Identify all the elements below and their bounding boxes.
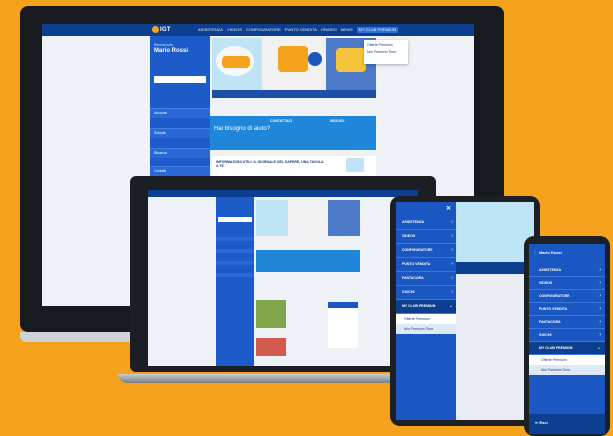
- laptop-sidebar: [216, 197, 254, 366]
- phone-menu-item-fantacora[interactable]: FANTACORA ›: [529, 316, 605, 329]
- dropdown-item-premium-time[interactable]: Mio Premium Time: [364, 47, 408, 54]
- sidebar-item-account[interactable]: Account: [150, 108, 210, 118]
- nav-item-news[interactable]: NEWS: [341, 27, 353, 33]
- phone-submenu-premium-time[interactable]: Mio Premium Time: [529, 365, 605, 375]
- tablet-menu-item-punto-vendita[interactable]: PUNTO VENDITA ›: [396, 258, 456, 272]
- promo-badge-blue: [308, 52, 322, 66]
- calendar-widget[interactable]: [328, 302, 358, 348]
- laptop-banner-2[interactable]: [290, 200, 326, 236]
- promo-badge-yellow: [336, 48, 366, 72]
- nav-item-configuratore[interactable]: CONFIGURATORE: [246, 27, 281, 33]
- phone-user-name: 👤 Mario Rossi: [533, 250, 562, 255]
- dropdown-item-offerte[interactable]: Offerte Premium: [364, 40, 408, 47]
- nav-item-videos[interactable]: VIDEOS: [227, 27, 242, 33]
- phone-submenu-offerte[interactable]: Offerte Premium: [529, 355, 605, 365]
- banner-strip: [212, 90, 376, 98]
- tablet-menu-item-assistenza[interactable]: ASSISTENZA ›: [396, 216, 456, 230]
- tablet-menu-item-configuratore[interactable]: CONFIGURATORE ›: [396, 244, 456, 258]
- igt-logo: IGT: [152, 26, 171, 34]
- laptop-sidebar-item[interactable]: [216, 237, 254, 241]
- tablet-submenu-offerte[interactable]: Offerte Premium: [396, 314, 456, 324]
- laptop-news-image[interactable]: [256, 300, 286, 328]
- promo-banner-1[interactable]: [212, 38, 262, 90]
- nav-item-assistenza[interactable]: ASSISTENZA: [198, 27, 223, 33]
- phone-bottom-bar: ⇦ Esci: [529, 414, 605, 434]
- tablet-menu-item-giochi[interactable]: GIOCHI ›: [396, 286, 456, 300]
- laptop-sidebar-item[interactable]: [216, 261, 254, 265]
- nav-item-orario[interactable]: ORARIO: [321, 27, 337, 33]
- help-title: Hai bisogno di aiuto?: [214, 126, 271, 132]
- laptop-banner-1[interactable]: [256, 200, 288, 236]
- premium-dropdown: Offerte Premium Mio Premium Time: [364, 40, 408, 64]
- nav-item-my-club-premium[interactable]: MY CLUB PREMIUM: [356, 27, 399, 33]
- news-thumbnail: [346, 158, 364, 172]
- social-heading: SEGUICI: [330, 119, 345, 123]
- phone-menu-item-configuratore[interactable]: CONFIGURATORE ›: [529, 290, 605, 303]
- calendar-header: [328, 302, 358, 308]
- laptop-navbar: [148, 190, 418, 197]
- laptop-banner-3[interactable]: [328, 200, 360, 236]
- news-title: INFORMAZIONI UTILI: IL GIORNALE DEL SAPE…: [216, 160, 324, 168]
- sidebar-item-schede[interactable]: Schede: [150, 128, 210, 138]
- tablet-submenu-premium-time[interactable]: Mio Premium Time: [396, 324, 456, 334]
- main-content: Hai bisogno di aiuto? CONTATTACI SEGUICI…: [210, 38, 376, 188]
- phone-menu-item-punto-vendita[interactable]: PUNTO VENDITA ›: [529, 303, 605, 316]
- tablet-screen: ✕ ASSISTENZA › VIDEOS › CONFIGURATORE › PUN…: [396, 202, 534, 420]
- sidebar-item-ricarica[interactable]: Ricarica: [150, 148, 210, 158]
- phone-menu-item-assistenza[interactable]: ASSISTENZA ›: [529, 264, 605, 277]
- tablet-menu-item-fantacora[interactable]: FANTACORA ›: [396, 272, 456, 286]
- tablet-banner[interactable]: [456, 202, 534, 262]
- phone-menu-item-my-club-premium[interactable]: MY CLUB PREMIUM ⌄: [529, 342, 605, 355]
- main-nav: ASSISTENZA VIDEOS CONFIGURATORE PUNTO VE…: [198, 27, 399, 33]
- phone-menu-item-giochi[interactable]: GIOCHI ›: [529, 329, 605, 342]
- news-card[interactable]: INFORMAZIONI UTILI: IL GIORNALE DEL SAPE…: [212, 156, 376, 176]
- sidebar-user-name: Mario Rossi: [154, 48, 189, 54]
- laptop-help-panel: [256, 250, 360, 272]
- contact-heading: CONTATTACI: [270, 119, 292, 123]
- sidebar-greeting: Benvenuto: [154, 42, 174, 47]
- phone-exit-button[interactable]: ⇦ Esci: [535, 420, 548, 425]
- top-navbar: IGT ASSISTENZA VIDEOS CONFIGURATORE PUNT…: [42, 24, 474, 36]
- laptop-sidebar-item[interactable]: [216, 273, 254, 277]
- laptop-screen: [148, 190, 418, 366]
- phone-screen: 👤 Mario Rossi ASSISTENZA › VIDEOS › CONFIG…: [529, 244, 605, 434]
- nav-item-punto-vendita[interactable]: PUNTO VENDITA: [285, 27, 317, 33]
- laptop-news-image[interactable]: [256, 338, 286, 356]
- tablet-menu: ✕ ASSISTENZA › VIDEOS › CONFIGURATORE › PUN…: [396, 202, 456, 420]
- help-panel: Hai bisogno di aiuto? CONTATTACI SEGUICI: [210, 116, 376, 150]
- promo-badge: [222, 56, 250, 68]
- close-icon[interactable]: ✕: [446, 205, 451, 212]
- promo-banner-2[interactable]: [264, 38, 324, 90]
- sidebar-item-contatti[interactable]: Contatti: [150, 166, 210, 176]
- promo-card: [278, 46, 308, 72]
- sidebar-select[interactable]: [154, 76, 206, 83]
- laptop-sidebar-item[interactable]: [216, 249, 254, 253]
- tablet-menu-item-my-club-premium[interactable]: MY CLUB PREMIUM ⌄: [396, 300, 456, 314]
- tablet-menu-item-videos[interactable]: VIDEOS ›: [396, 230, 456, 244]
- laptop-sidebar-select[interactable]: [218, 217, 252, 222]
- tablet-strip: [456, 262, 534, 274]
- phone-menu-item-videos[interactable]: VIDEOS ›: [529, 277, 605, 290]
- user-sidebar: Benvenuto Mario Rossi Account Schede Ric…: [150, 36, 210, 176]
